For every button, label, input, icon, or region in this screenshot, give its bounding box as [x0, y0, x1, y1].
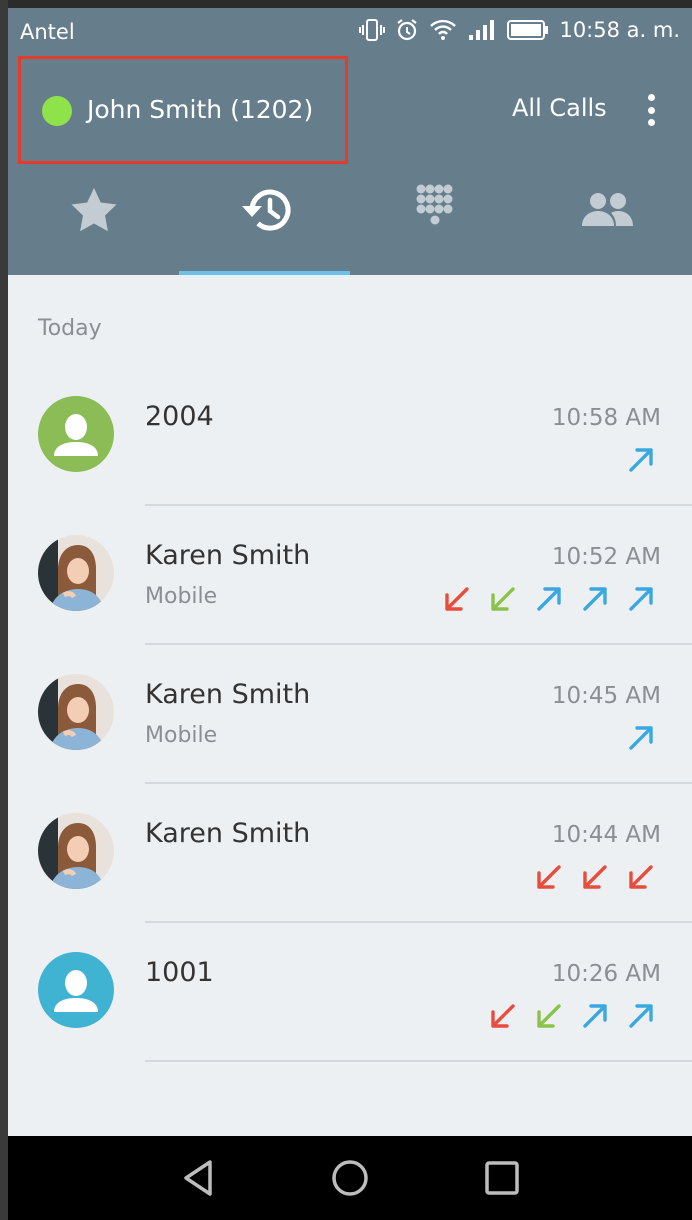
call-direction-icons [442, 584, 656, 614]
call-history-list: Today 2004 10:58 AM Karen Smith Mobile 10:52… [8, 275, 692, 1135]
contact-number-type: Mobile [145, 723, 218, 748]
row-divider [145, 1060, 692, 1062]
phone-screen: Antel 10:58 a. m. John Smith (1202) All … [8, 8, 692, 1220]
history-icon [241, 189, 290, 231]
contact-photo-avatar[interactable] [38, 535, 114, 611]
call-direction-icons [488, 1001, 656, 1031]
star-icon [71, 187, 116, 231]
call-time: 10:52 AM [551, 544, 661, 570]
dialpad-icon [416, 184, 452, 224]
tab-favorites[interactable] [8, 168, 179, 275]
tab-dialpad[interactable] [350, 168, 521, 275]
recents-icon [485, 1161, 519, 1195]
call-direction-icons [626, 445, 656, 475]
outgoing-call-icon [583, 587, 607, 611]
recents-button[interactable] [462, 1136, 542, 1220]
outgoing-call-icon [537, 587, 561, 611]
outgoing-call-icon [629, 448, 653, 472]
home-icon [332, 1160, 368, 1196]
status-icons: 10:58 a. m. [359, 18, 680, 42]
call-time: 10:45 AM [551, 683, 661, 709]
tab-contacts[interactable] [521, 168, 692, 275]
home-button[interactable] [310, 1136, 390, 1220]
incoming-call-icon [537, 1004, 561, 1028]
vibrate-icon [359, 18, 386, 42]
contact-name: Karen Smith [145, 679, 311, 710]
carrier-label: Antel [20, 20, 75, 44]
contact-name: Karen Smith [145, 540, 311, 571]
call-direction-icons [534, 862, 656, 892]
outgoing-call-icon [583, 1004, 607, 1028]
contact-name: Karen Smith [145, 818, 311, 849]
call-log-row[interactable]: 2004 10:58 AM [8, 367, 692, 506]
battery-icon [507, 19, 549, 41]
call-direction-icons [626, 723, 656, 753]
call-filter-dropdown[interactable]: All Calls [512, 94, 607, 122]
overflow-menu-icon[interactable] [636, 90, 666, 130]
back-icon [184, 1160, 212, 1196]
wifi-icon [429, 18, 457, 42]
missed-call-icon [629, 865, 653, 889]
clock-label: 10:58 a. m. [559, 18, 680, 42]
app-header: John Smith (1202) All Calls [8, 56, 692, 168]
status-bar: Antel 10:58 a. m. [8, 8, 692, 56]
contact-number-type: Mobile [145, 584, 218, 609]
outgoing-call-icon [629, 1004, 653, 1028]
signal-icon [467, 18, 497, 42]
contact-name: 1001 [145, 957, 214, 988]
back-button[interactable] [158, 1136, 238, 1220]
call-log-row[interactable]: 1001 10:26 AM [8, 923, 692, 1062]
presence-indicator [42, 96, 72, 126]
contact-placeholder-avatar[interactable] [38, 396, 114, 472]
account-name: John Smith (1202) [87, 95, 314, 124]
incoming-call-icon [491, 587, 515, 611]
contact-name: 2004 [145, 401, 214, 432]
missed-call-icon [537, 865, 561, 889]
call-log-row[interactable]: Karen Smith Mobile 10:52 AM [8, 506, 692, 645]
call-time: 10:58 AM [551, 405, 661, 431]
missed-call-icon [445, 587, 469, 611]
navigation-bar [8, 1136, 692, 1220]
outgoing-call-icon [629, 726, 653, 750]
outgoing-call-icon [629, 587, 653, 611]
background-strip [0, 0, 8, 1220]
call-log-row[interactable]: Karen Smith Mobile 10:45 AM [8, 645, 692, 784]
section-header-today: Today [38, 316, 102, 341]
call-time: 10:44 AM [551, 822, 661, 848]
missed-call-icon [583, 865, 607, 889]
tab-history[interactable] [179, 168, 350, 275]
contacts-icon [581, 192, 633, 226]
contact-placeholder-avatar[interactable] [38, 952, 114, 1028]
missed-call-icon [491, 1004, 515, 1028]
account-status[interactable]: John Smith (1202) [18, 56, 348, 164]
call-log-row[interactable]: Karen Smith 10:44 AM [8, 784, 692, 923]
contact-photo-avatar[interactable] [38, 813, 114, 889]
tab-bar [8, 168, 692, 275]
contact-photo-avatar[interactable] [38, 674, 114, 750]
alarm-icon [395, 18, 419, 42]
call-time: 10:26 AM [551, 961, 661, 987]
